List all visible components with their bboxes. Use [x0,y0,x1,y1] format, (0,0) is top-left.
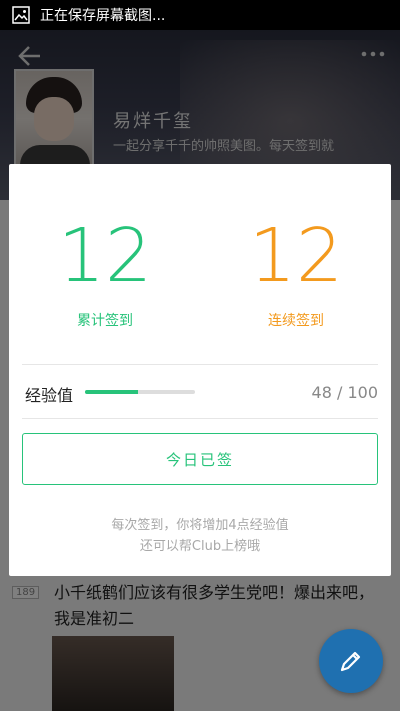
signed-today-button[interactable]: 今日已签 [22,433,378,485]
pencil-icon [340,651,361,672]
streak-checkins-value: 12 [248,213,344,299]
compose-button[interactable] [319,629,383,693]
status-bar: 正在保存屏幕截图... [0,0,400,30]
streak-checkins-label: 连续签到 [268,313,324,329]
divider [22,418,378,419]
divider [22,364,378,365]
status-text: 正在保存屏幕截图... [40,8,166,24]
total-checkins: 12 累计签到 [30,216,180,330]
experience-progress-fill [85,390,138,394]
hint-line-1: 每次签到，你将增加4点经验值 [111,518,289,533]
experience-progress-bar [85,390,195,394]
streak-checkins: 12 连续签到 [221,216,371,330]
hint-line-2: 还可以帮Club上榜哦 [139,539,261,554]
experience-value: 48 / 100 [311,383,378,402]
checkin-dialog: 12 累计签到 12 连续签到 经验值 48 / 100 今日已签 每次签到，你… [9,164,391,576]
total-checkins-label: 累计签到 [77,313,133,329]
experience-label: 经验值 [25,386,74,405]
image-icon [12,6,30,24]
total-checkins-value: 12 [57,213,153,299]
